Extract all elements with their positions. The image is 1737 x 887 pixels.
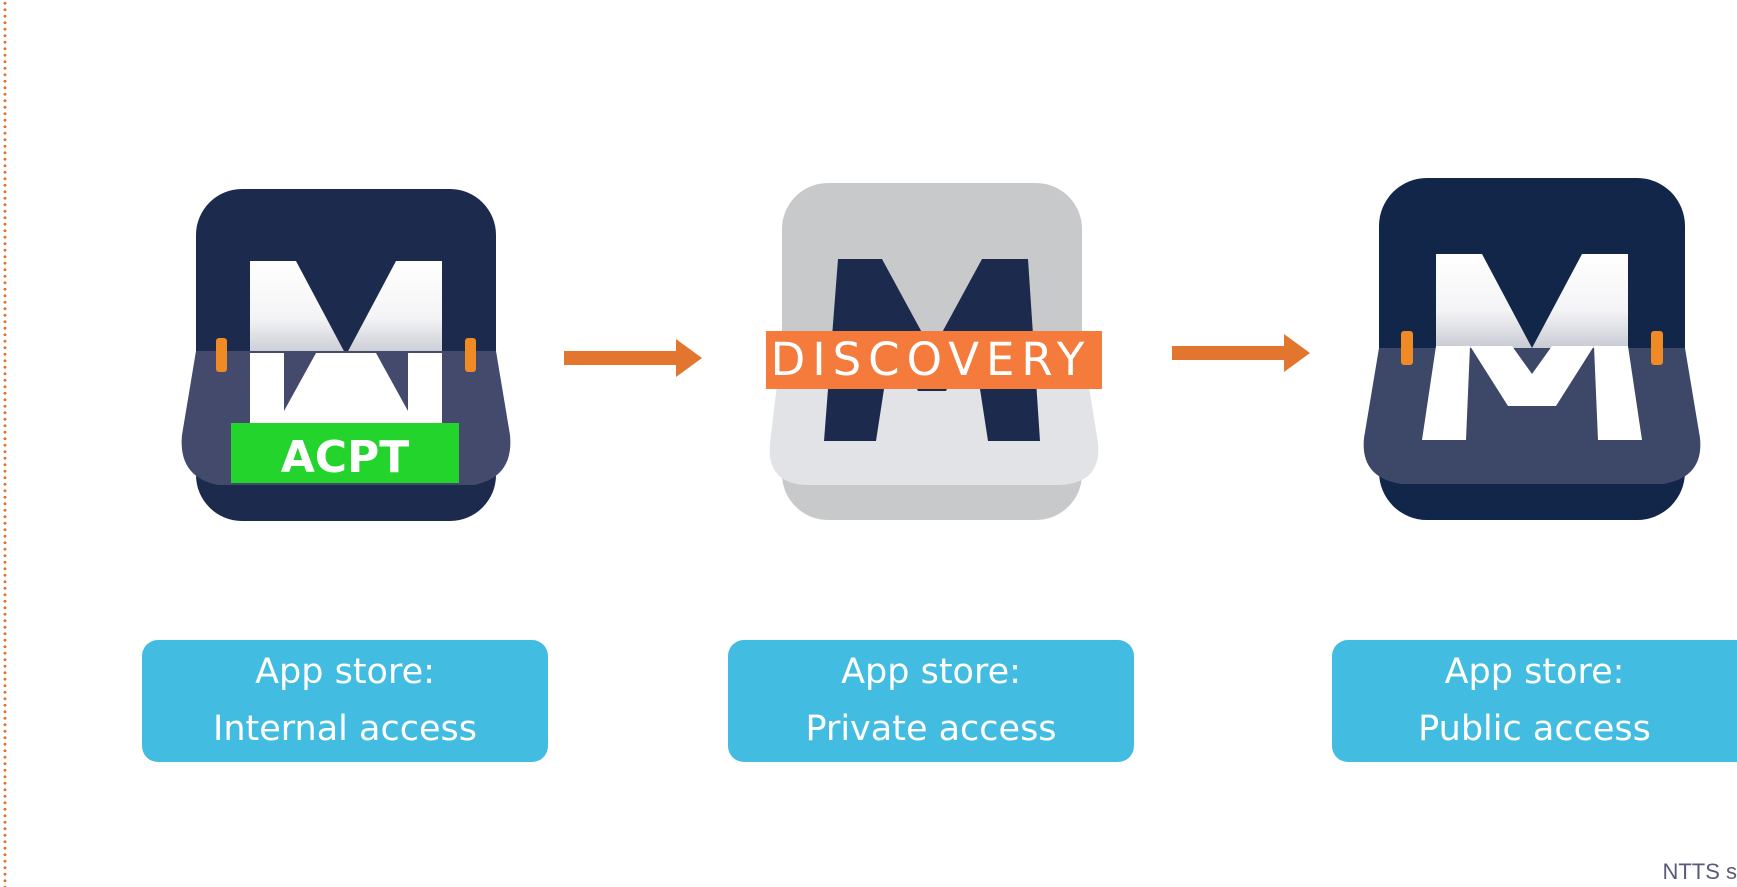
arrow-right-1 xyxy=(564,339,702,377)
discovery-app-icon: DISCOVERY xyxy=(766,183,1102,520)
discovery-badge-text: DISCOVERY xyxy=(771,333,1092,386)
label-private-access: App store: Private access xyxy=(728,640,1134,762)
dotted-border-decoration xyxy=(3,0,7,887)
acpt-app-icon: ACPT xyxy=(181,189,511,521)
label-internal-access: App store: Internal access xyxy=(142,640,548,762)
label-line-2: Private access xyxy=(805,709,1057,749)
arrow-right-2 xyxy=(1172,334,1310,372)
label-line-2: Internal access xyxy=(213,709,477,749)
label-line-1: App store: xyxy=(255,652,435,692)
label-line-2: Public access xyxy=(1418,709,1651,749)
slide: ACPT DISCOVERY App store: Internal acces… xyxy=(0,0,1737,887)
footer-text: NTTS s xyxy=(1662,859,1737,884)
acpt-badge-text: ACPT xyxy=(281,432,410,483)
label-public-access: App store: Public access xyxy=(1332,640,1737,762)
public-app-icon xyxy=(1363,178,1701,520)
label-line-1: App store: xyxy=(841,652,1021,692)
label-line-1: App store: xyxy=(1444,652,1625,692)
